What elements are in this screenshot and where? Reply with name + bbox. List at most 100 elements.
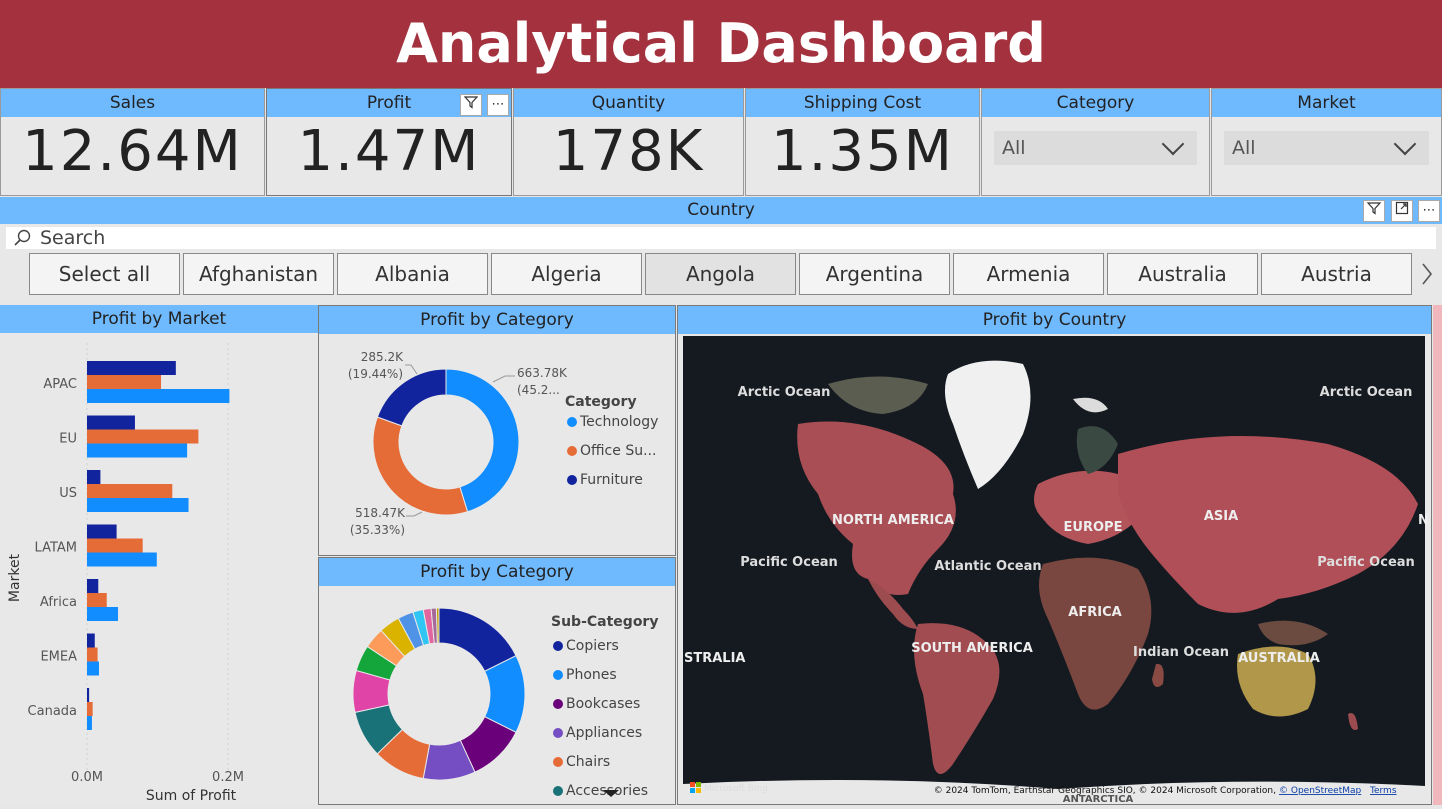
bar — [87, 647, 98, 662]
legend-marker — [553, 641, 563, 651]
market-dropdown-value: All — [1232, 137, 1256, 159]
map-label: AUSTRALIA — [1238, 651, 1320, 666]
market-filter: Market All — [1211, 88, 1442, 196]
country-item-label: Argentina — [825, 262, 924, 286]
legend-label: Appliances — [566, 725, 642, 741]
profit-by-category-chart: Profit by Category 663.78K (45.2... 518.47… — [318, 305, 676, 556]
bar — [87, 415, 135, 430]
bar — [87, 484, 173, 498]
country-item-label: Albania — [375, 262, 450, 286]
data-label: 285.2K — [361, 350, 404, 364]
country-item-label: Algeria — [531, 262, 602, 286]
legend-title: Category — [565, 394, 637, 410]
label-leader — [405, 364, 418, 375]
right-edge-strip — [1433, 305, 1442, 805]
category-dropdown[interactable]: All — [994, 131, 1197, 165]
map-label: AFRICA — [1068, 605, 1121, 620]
data-label: (45.2... — [517, 383, 560, 397]
filter-icon[interactable] — [459, 94, 482, 116]
category-filter: Category All — [981, 88, 1210, 196]
map-label: Pacific Ocean — [1317, 555, 1415, 570]
map-label: SOUTH AMERICA — [911, 641, 1033, 656]
donut-chart-svg: Sub-Category Copiers Phones Bookcases Applia… — [352, 607, 658, 799]
openstreetmap-link[interactable]: © OpenStreetMap — [1279, 786, 1362, 796]
chevron-down-icon — [1161, 132, 1185, 156]
market-dropdown[interactable]: All — [1224, 131, 1429, 165]
bar — [87, 688, 90, 702]
chart-title: Profit by Country — [678, 306, 1431, 334]
bar — [87, 361, 176, 375]
category-dropdown-value: All — [1002, 137, 1026, 159]
bar — [87, 661, 99, 676]
country-item[interactable]: Australia — [1107, 253, 1258, 295]
legend-marker — [553, 757, 563, 767]
legend-title: Sub-Category — [551, 614, 658, 630]
category-label: LATAM — [35, 541, 77, 556]
chevron-right-icon[interactable] — [1419, 261, 1435, 287]
kpi-card-value: 12.64M — [22, 119, 243, 184]
map-label: Arctic Ocean — [738, 385, 831, 400]
bar — [87, 716, 92, 730]
terms-link[interactable]: Terms — [1369, 786, 1397, 796]
map-label: Indian Ocean — [1133, 645, 1229, 660]
bar — [87, 429, 199, 444]
country-item[interactable]: Afghanistan — [183, 253, 334, 295]
donut-chart-svg: 663.78K (45.2... 518.47K (35.33%) 285.2K (19.… — [348, 350, 659, 537]
kpi-card-shipping-cost[interactable]: Shipping Cost 1.35M — [745, 88, 980, 196]
bar — [87, 375, 162, 389]
map-label: STRALIA — [684, 651, 745, 666]
country-list: Select all Afghanistan Albania Algeria A… — [0, 253, 1442, 297]
bar-chart-svg: APAC EU US LATAM Africa EMEA Canada 0.0M 0.2M Sum… — [7, 343, 244, 804]
filter-icon[interactable] — [1363, 200, 1386, 222]
country-item-label: Angola — [685, 262, 756, 286]
label-leader — [406, 511, 423, 517]
profit-by-country-map: Profit by Country Arctic Ocean Arctic Oc… — [677, 305, 1432, 805]
kpi-card-label: Profit — [366, 93, 412, 113]
legend-marker — [553, 728, 563, 738]
y-axis-label: Market — [7, 553, 23, 602]
kpi-card-label: Sales — [1, 89, 264, 117]
country-item[interactable]: Albania — [337, 253, 488, 295]
search-box[interactable]: Search — [6, 227, 1436, 249]
country-slicer: Country ⋯ Search Select all Afghanistan … — [0, 197, 1442, 303]
category-label: EMEA — [40, 650, 77, 665]
more-options-icon[interactable]: ⋯ — [487, 94, 509, 116]
focus-mode-icon[interactable] — [1390, 200, 1413, 222]
bar — [87, 702, 93, 716]
data-label: 518.47K — [355, 506, 406, 520]
bar — [87, 593, 107, 607]
legend-label: Technology — [579, 414, 658, 430]
legend-marker — [567, 417, 577, 427]
bar — [87, 524, 117, 539]
bar — [87, 552, 157, 567]
data-label: (35.33%) — [350, 523, 405, 537]
kpi-card-quantity[interactable]: Quantity 178K — [513, 88, 744, 196]
country-item[interactable]: Armenia — [953, 253, 1104, 295]
country-item[interactable]: Algeria — [491, 253, 642, 295]
country-item-label: Armenia — [986, 262, 1071, 286]
kpi-card-value: 178K — [552, 119, 705, 184]
label-leader — [492, 375, 515, 383]
kpi-card-profit[interactable]: Profit ⋯ 1.47M — [266, 88, 512, 196]
category-label: EU — [59, 432, 77, 447]
legend-label: Office Su... — [580, 443, 656, 459]
chevron-down-icon — [1393, 132, 1417, 156]
market-filter-label: Market — [1212, 89, 1441, 117]
world-map[interactable]: Arctic Ocean Arctic Ocean NORTH AMERICA … — [678, 334, 1431, 805]
legend-marker — [567, 475, 577, 485]
country-item-selected[interactable]: Angola — [645, 253, 796, 295]
search-icon — [14, 229, 31, 246]
country-item[interactable]: Argentina — [799, 253, 950, 295]
kpi-card-sales[interactable]: Sales 12.64M — [0, 88, 265, 196]
bar — [87, 389, 230, 403]
more-options-icon[interactable]: ⋯ — [1418, 200, 1440, 222]
map-label: Pacific Ocean — [740, 555, 838, 570]
category-label: APAC — [43, 377, 77, 392]
bar — [87, 579, 99, 593]
country-item-label: Select all — [58, 262, 151, 286]
bar — [87, 498, 189, 512]
country-item[interactable]: Select all — [29, 253, 180, 295]
bar — [87, 470, 101, 484]
search-input[interactable]: Search — [40, 227, 105, 249]
country-item[interactable]: Austria — [1261, 253, 1412, 295]
